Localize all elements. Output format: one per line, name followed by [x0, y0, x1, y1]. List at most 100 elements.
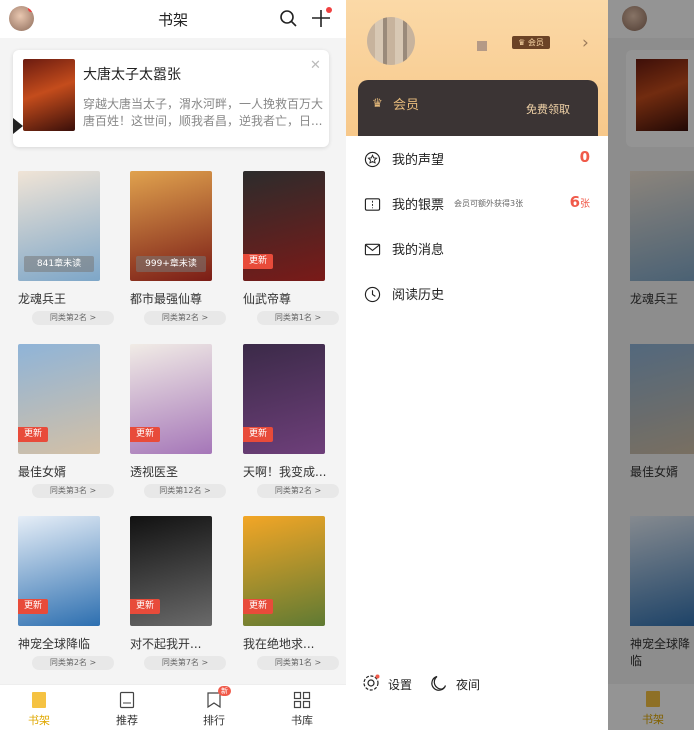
- book-title: 天啊！我变成...: [243, 465, 327, 479]
- unread-count: 841章未读: [24, 256, 94, 272]
- clock-icon: [364, 286, 381, 303]
- book-title: 仙武帝尊: [243, 292, 292, 306]
- reputation-value: 0: [580, 148, 590, 166]
- username-blurred: [477, 41, 487, 51]
- book-title: 神宠全球降临: [18, 637, 91, 651]
- rank-button[interactable]: 同类第7名 >: [144, 656, 226, 670]
- book-item[interactable]: 更新仙武帝尊同类第1名 >: [243, 171, 343, 327]
- update-badge: 更新: [18, 599, 48, 614]
- rank-button[interactable]: 同类第3名 >: [32, 484, 114, 498]
- rank-button[interactable]: 同类第1名 >: [257, 311, 339, 325]
- vip-label: 会员: [393, 98, 420, 113]
- book-cover: 更新: [243, 171, 325, 281]
- book-cover: 841章未读: [18, 171, 100, 281]
- moon-icon[interactable]: [430, 674, 448, 692]
- book-title: 透视医圣: [130, 465, 179, 479]
- book-item[interactable]: 更新对不起我开... 同类第7名 >: [130, 516, 230, 672]
- book-cover: 更新: [130, 344, 212, 454]
- book-item[interactable]: 更新我在绝地求... 同类第1名 >: [243, 516, 343, 672]
- menu-reputation[interactable]: 我的声望 0: [346, 139, 608, 179]
- recommend-description: 穿越大唐当太子，渭水河畔，一人挽救百万大唐百姓！这世间，顺我者昌，逆我者亡，日.…: [83, 97, 323, 128]
- rank-button[interactable]: 同类第2名 >: [144, 311, 226, 325]
- tickets-number: 6: [569, 193, 580, 211]
- night-mode-label[interactable]: 夜间: [456, 676, 480, 693]
- menu-history[interactable]: 阅读历史: [346, 274, 608, 314]
- menu-note: 会员可额外获得3张: [454, 199, 524, 208]
- update-badge: 更新: [243, 599, 273, 614]
- free-claim-button[interactable]: 免费领取: [526, 101, 570, 117]
- dimmed-overlay[interactable]: 龙魂兵王 最佳女婿 神宠全球降临 书架: [608, 0, 694, 730]
- close-icon[interactable]: ✕: [310, 58, 321, 73]
- rank-button[interactable]: 同类第2名 >: [257, 484, 339, 498]
- book-item[interactable]: 841章未读龙魂兵王同类第2名 >: [18, 171, 118, 327]
- book-cover: 更新: [18, 344, 100, 454]
- recommend-cover: [23, 59, 75, 131]
- ticket-icon: [364, 198, 381, 211]
- user-avatar-large[interactable]: [367, 17, 415, 65]
- book-item[interactable]: 更新神宠全球降临同类第2名 >: [18, 516, 118, 672]
- member-badge-label: 会员: [527, 38, 544, 47]
- crown-icon: ♛: [372, 96, 383, 110]
- side-drawer: ♛ 会员 › ♛ 会员 免费领取 我的声望 0 我的银票 会员可额外获得3张 6…: [346, 0, 608, 730]
- update-badge: 更新: [18, 427, 48, 442]
- add-button[interactable]: [310, 7, 332, 29]
- menu-tickets[interactable]: 我的银票 会员可额外获得3张 6张: [346, 184, 608, 224]
- book-item[interactable]: 更新透视医圣同类第12名 >: [130, 344, 230, 500]
- tab-bookshelf[interactable]: 书架: [9, 685, 69, 730]
- dim-veil: [608, 0, 694, 730]
- tab-library[interactable]: 书库: [272, 685, 332, 730]
- tab-ranking[interactable]: 新 排行: [184, 685, 244, 730]
- notification-dot: [326, 7, 332, 13]
- update-badge: 更新: [243, 254, 273, 269]
- top-bar: 书架: [0, 0, 346, 38]
- settings-icon[interactable]: [362, 674, 380, 692]
- vip-card[interactable]: ♛ 会员 免费领取: [358, 80, 598, 136]
- unread-count: 999+章未读: [136, 256, 206, 272]
- book-item[interactable]: 999+章未读都市最强仙尊同类第2名 >: [130, 171, 230, 327]
- recommend-card[interactable]: 大唐太子太嚣张 穿越大唐当太子，渭水河畔，一人挽救百万大唐百姓！这世间，顺我者昌…: [13, 50, 329, 147]
- book-title: 都市最强仙尊: [130, 292, 203, 306]
- bookshelf-page: 书架 大唐太子太嚣张 穿越大唐当太子，渭水河畔，一人挽救百万大唐百姓！这世间，顺…: [0, 0, 346, 730]
- profile-header[interactable]: ♛ 会员 › ♛ 会员 免费领取: [346, 0, 608, 136]
- menu-label: 我的消息: [392, 243, 445, 258]
- book-cover: 999+章未读: [130, 171, 212, 281]
- book-title: 对不起我开...: [130, 637, 202, 651]
- rank-button[interactable]: 同类第2名 >: [32, 656, 114, 670]
- tab-recommend[interactable]: 推荐: [97, 685, 157, 730]
- menu-messages[interactable]: 我的消息: [346, 229, 608, 269]
- rank-button[interactable]: 同类第1名 >: [257, 656, 339, 670]
- tickets-unit: 张: [580, 199, 590, 210]
- update-badge: 更新: [130, 427, 160, 442]
- book-icon: [119, 691, 135, 709]
- tab-label: 推荐: [116, 714, 138, 727]
- update-badge: 更新: [130, 599, 160, 614]
- menu-label: 我的声望: [392, 153, 445, 168]
- member-badge: ♛ 会员: [512, 36, 550, 49]
- mail-icon: [364, 243, 381, 256]
- update-badge: 更新: [243, 427, 273, 442]
- tab-label: 排行: [203, 714, 225, 727]
- bottom-tab-bar: 书架 推荐 新 排行 书库: [0, 684, 346, 730]
- new-badge: 新: [218, 686, 231, 696]
- chevron-right-icon[interactable]: ›: [582, 33, 589, 53]
- rank-button[interactable]: 同类第12名 >: [144, 484, 226, 498]
- book-cover: 更新: [130, 516, 212, 626]
- menu-label: 我的银票: [392, 198, 445, 213]
- tab-label: 书架: [28, 714, 50, 727]
- reputation-number: 0: [579, 148, 590, 166]
- tab-label: 书库: [291, 714, 313, 727]
- app-screen: 书架 大唐太子太嚣张 穿越大唐当太子，渭水河畔，一人挽救百万大唐百姓！这世间，顺…: [0, 0, 694, 730]
- bookmark-flag-icon: [13, 118, 23, 134]
- rank-button[interactable]: 同类第2名 >: [32, 311, 114, 325]
- book-item[interactable]: 更新天啊！我变成... 同类第2名 >: [243, 344, 343, 500]
- search-icon[interactable]: [279, 9, 297, 27]
- tickets-value: 6张: [570, 193, 590, 211]
- recommend-title: 大唐太子太嚣张: [83, 67, 181, 83]
- book-title: 龙魂兵王: [18, 292, 67, 306]
- book-cover: 更新: [243, 344, 325, 454]
- settings-label[interactable]: 设置: [388, 676, 412, 693]
- book-title: 我在绝地求...: [243, 637, 315, 651]
- drawer-footer: 设置 夜间: [346, 670, 608, 700]
- book-item[interactable]: 更新最佳女婿同类第3名 >: [18, 344, 118, 500]
- book-title: 最佳女婿: [18, 465, 67, 479]
